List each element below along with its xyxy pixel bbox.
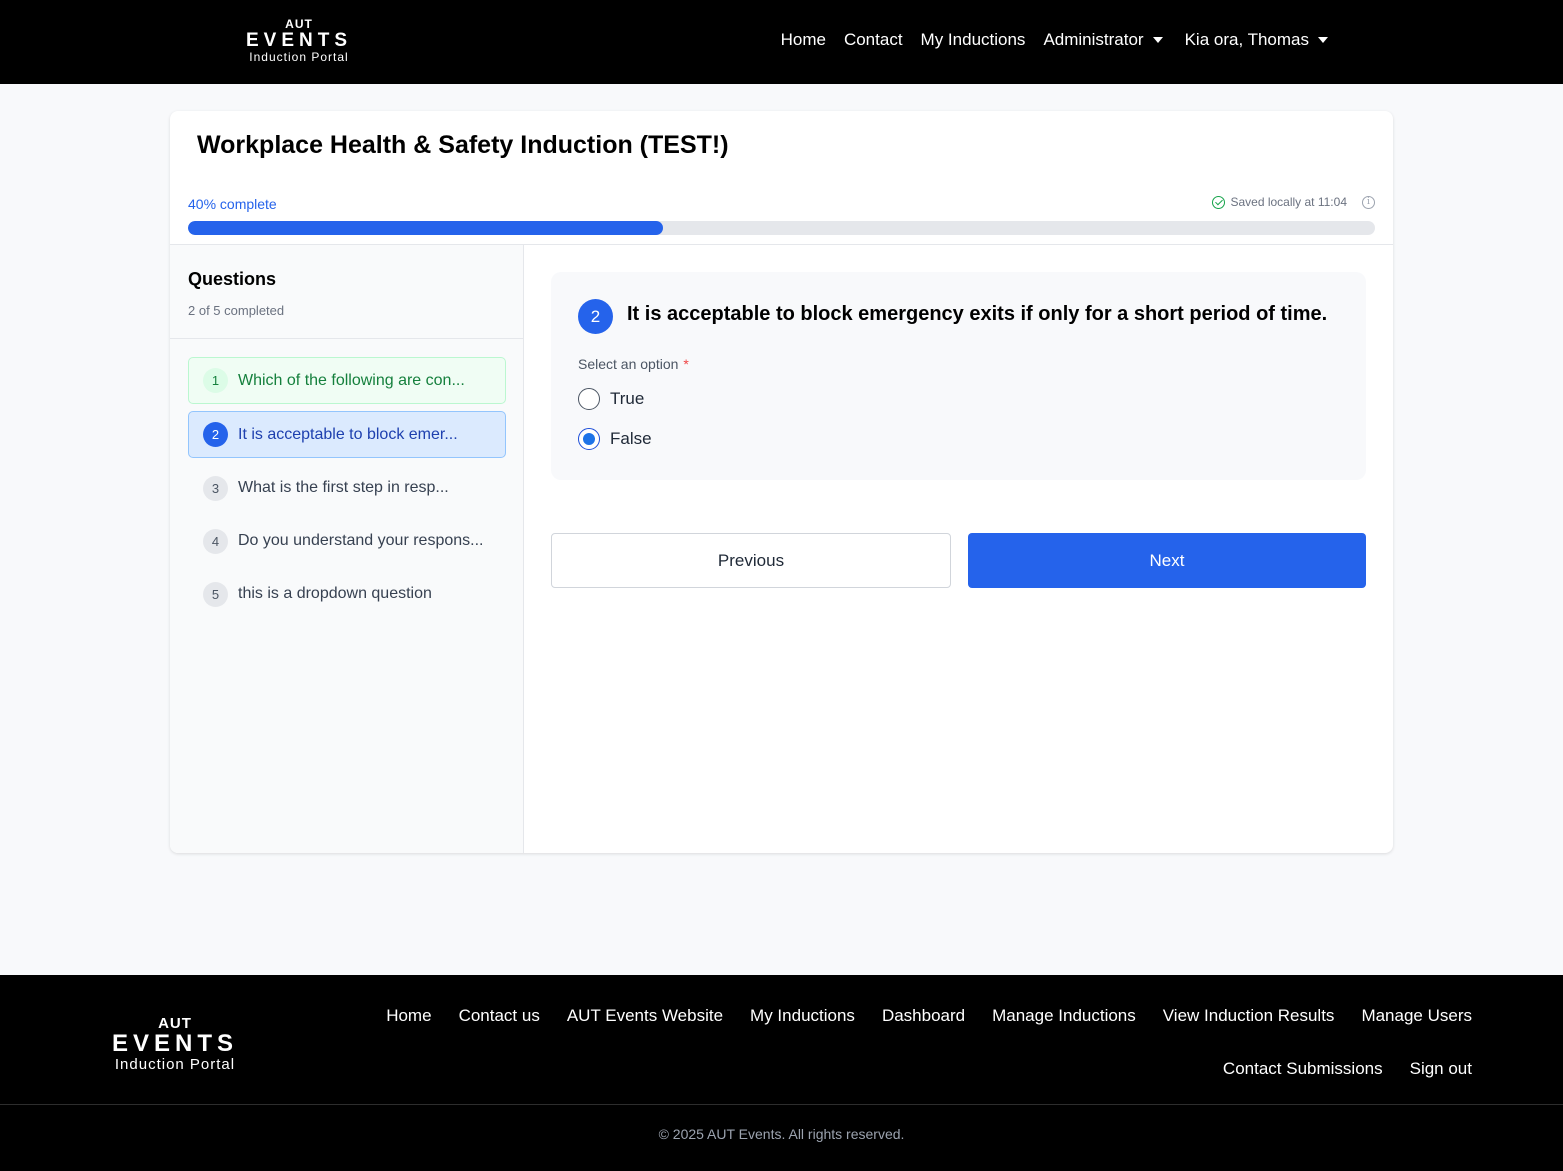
question-nav-label: It is acceptable to block emer...	[238, 425, 458, 443]
footer-link-contact-us[interactable]: Contact us	[459, 1006, 540, 1026]
progress-bar-fill	[188, 221, 663, 235]
top-navbar: AUT EVENTS Induction Portal Home Contact…	[0, 0, 1563, 84]
logo-line-aut: AUT	[158, 1015, 192, 1032]
option-false[interactable]: False	[578, 428, 652, 450]
next-button[interactable]: Next	[968, 533, 1366, 588]
user-menu-dropdown[interactable]: Kia ora, Thomas	[1185, 30, 1328, 50]
footer-link-manage-inductions[interactable]: Manage Inductions	[992, 1006, 1136, 1026]
save-status: Saved locally at 11:04 i	[1212, 195, 1375, 209]
current-question-number: 2	[578, 299, 613, 334]
radio-true[interactable]	[578, 388, 600, 410]
nav-contact-link[interactable]: Contact	[844, 30, 903, 50]
info-icon[interactable]: i	[1362, 195, 1375, 209]
sidebar-subtitle: 2 of 5 completed	[188, 303, 285, 318]
user-greeting: Kia ora, Thomas	[1184, 30, 1309, 49]
save-status-text: Saved locally at 11:04	[1230, 195, 1347, 209]
footer-link-home[interactable]: Home	[386, 1006, 431, 1026]
check-circle-icon	[1212, 195, 1226, 209]
footer: AUT EVENTS Induction Portal Home Contact…	[0, 975, 1563, 1171]
questions-sidebar: Questions 2 of 5 completed 1 Which of th…	[170, 245, 524, 853]
logo-line-aut: AUT	[285, 17, 313, 31]
question-panel: 2 It is acceptable to block emergency ex…	[551, 272, 1366, 480]
footer-links-row-1: Home Contact us AUT Events Website My In…	[386, 1006, 1472, 1026]
chevron-down-icon	[1152, 37, 1163, 43]
question-list: 1 Which of the following are con... 2 It…	[188, 357, 506, 624]
sidebar-title: Questions	[188, 269, 277, 289]
select-option-text: Select an option	[578, 356, 679, 372]
footer-logo[interactable]: AUT EVENTS Induction Portal	[104, 1016, 246, 1072]
option-true-label: True	[610, 389, 645, 408]
logo-line-portal: Induction Portal	[249, 50, 349, 64]
administrator-label: Administrator	[1043, 30, 1144, 49]
footer-divider	[0, 1104, 1563, 1105]
induction-card: Workplace Health & Safety Induction (TES…	[170, 111, 1393, 853]
nav-my-inductions-link[interactable]: My Inductions	[921, 30, 1026, 50]
footer-link-dashboard[interactable]: Dashboard	[882, 1006, 965, 1026]
question-nav-label: What is the first step in resp...	[238, 479, 449, 496]
logo-line-events: EVENTS	[245, 30, 353, 51]
aut-events-logo[interactable]: AUT EVENTS Induction Portal	[242, 18, 356, 63]
question-text: It is acceptable to block emergency exit…	[627, 303, 1328, 325]
question-number-badge: 2	[203, 422, 228, 447]
option-false-label: False	[610, 429, 652, 448]
required-marker: *	[683, 356, 689, 372]
nav-home-link[interactable]: Home	[781, 30, 826, 50]
copyright-text: © 2025 AUT Events. All rights reserved.	[658, 1126, 905, 1142]
divider	[170, 338, 524, 339]
logo-line-portal: Induction Portal	[114, 1056, 236, 1073]
previous-button[interactable]: Previous	[551, 533, 951, 588]
question-nav-label: this is a dropdown question	[238, 585, 432, 602]
progress-label: 40% complete	[188, 196, 277, 212]
option-true[interactable]: True	[578, 388, 644, 410]
footer-links-row-2: Contact Submissions Sign out	[1223, 1059, 1472, 1079]
question-number-badge: 3	[203, 475, 228, 501]
administrator-dropdown[interactable]: Administrator	[1043, 30, 1163, 50]
footer-link-contact-submissions[interactable]: Contact Submissions	[1223, 1059, 1383, 1079]
question-nav-item-3[interactable]: 3 What is the first step in resp...	[188, 465, 506, 511]
radio-false[interactable]	[578, 428, 600, 450]
question-number-badge: 1	[203, 368, 228, 393]
question-number-badge: 4	[203, 528, 228, 554]
progress-bar	[188, 221, 1375, 235]
logo-line-events: EVENTS	[111, 1030, 239, 1057]
select-option-label: Select an option *	[578, 356, 689, 372]
question-number-badge: 5	[203, 581, 228, 607]
question-nav-item-2[interactable]: 2 It is acceptable to block emer...	[188, 411, 506, 458]
question-nav-item-1[interactable]: 1 Which of the following are con...	[188, 357, 506, 404]
footer-link-manage-users[interactable]: Manage Users	[1361, 1006, 1472, 1026]
main-nav: Home Contact My Inductions Administrator…	[781, 30, 1328, 50]
footer-link-my-inductions[interactable]: My Inductions	[750, 1006, 855, 1026]
induction-title: Workplace Health & Safety Induction (TES…	[197, 131, 729, 159]
question-nav-item-5[interactable]: 5 this is a dropdown question	[188, 571, 506, 617]
question-nav-item-4[interactable]: 4 Do you understand your respons...	[188, 518, 506, 564]
question-nav-label: Do you understand your respons...	[238, 532, 484, 549]
footer-link-view-induction-results[interactable]: View Induction Results	[1163, 1006, 1335, 1026]
footer-link-sign-out[interactable]: Sign out	[1410, 1059, 1472, 1079]
question-nav-label: Which of the following are con...	[238, 371, 465, 389]
chevron-down-icon	[1318, 37, 1328, 43]
footer-link-aut-events-website[interactable]: AUT Events Website	[567, 1006, 723, 1026]
